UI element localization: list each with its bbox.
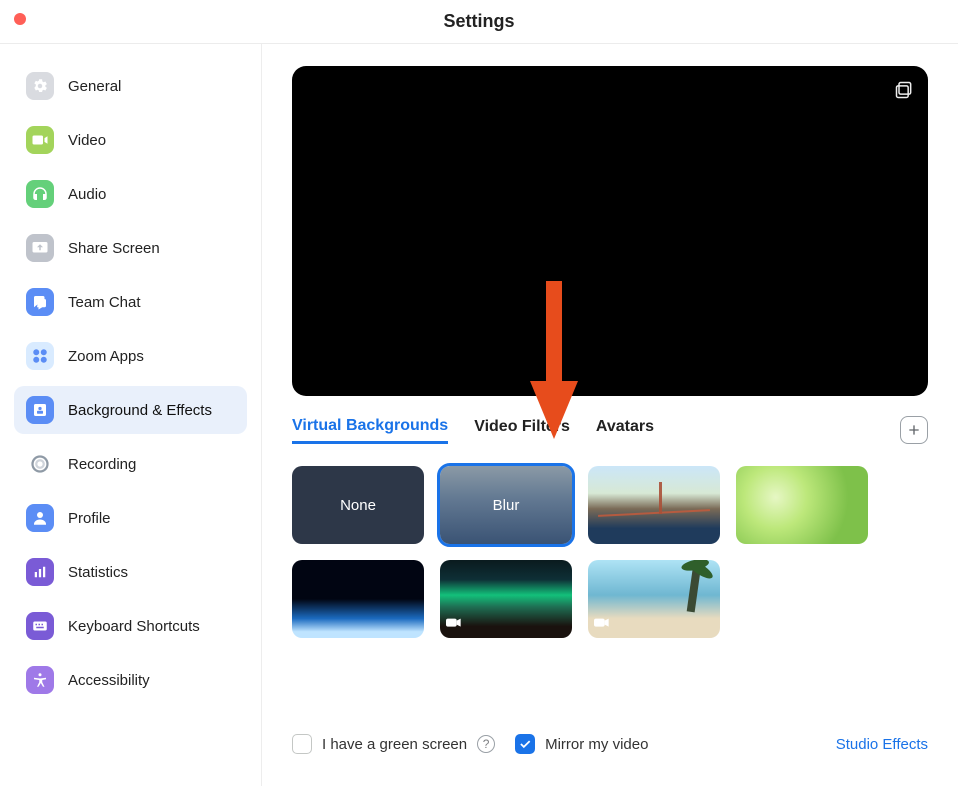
sidebar-item-zoom-apps[interactable]: Zoom Apps — [14, 332, 247, 380]
background-option-grass[interactable] — [736, 466, 868, 544]
accessibility-icon — [26, 666, 54, 694]
keyboard-icon — [26, 612, 54, 640]
sidebar-item-label: Video — [68, 132, 106, 149]
background-grid: None Blur — [292, 466, 928, 638]
background-icon — [26, 396, 54, 424]
option-label: I have a green screen — [322, 736, 467, 753]
studio-effects-link[interactable]: Studio Effects — [836, 736, 928, 753]
video-badge-icon — [446, 617, 462, 634]
sidebar-item-team-chat[interactable]: Team Chat — [14, 278, 247, 326]
options-row: I have a green screen ? Mirror my video … — [292, 734, 928, 764]
sidebar-item-label: Statistics — [68, 564, 128, 581]
background-option-beach[interactable] — [588, 560, 720, 638]
sidebar-item-label: Recording — [68, 456, 136, 473]
video-preview — [292, 66, 928, 396]
check-icon — [518, 737, 532, 751]
effects-tabs: Virtual Backgrounds Video Filters Avatar… — [292, 416, 928, 444]
stats-icon — [26, 558, 54, 586]
sidebar-item-label: Team Chat — [68, 294, 141, 311]
settings-sidebar: General Video Audio Share Screen Team Ch — [0, 44, 262, 786]
background-option-aurora[interactable] — [440, 560, 572, 638]
background-option-earth[interactable] — [292, 560, 424, 638]
checkbox-unchecked-icon[interactable] — [292, 734, 312, 754]
person-icon — [26, 504, 54, 532]
green-screen-option[interactable]: I have a green screen ? — [292, 734, 495, 754]
sidebar-item-label: Accessibility — [68, 672, 150, 689]
sidebar-item-label: Background & Effects — [68, 402, 212, 419]
sidebar-item-statistics[interactable]: Statistics — [14, 548, 247, 596]
sidebar-item-label: Audio — [68, 186, 106, 203]
share-screen-icon — [26, 234, 54, 262]
chat-icon — [26, 288, 54, 316]
tab-avatars[interactable]: Avatars — [596, 418, 654, 442]
background-option-label: Blur — [493, 497, 520, 514]
expand-icon — [894, 80, 914, 100]
gear-icon — [26, 72, 54, 100]
video-badge-icon — [594, 617, 610, 634]
mirror-video-option[interactable]: Mirror my video — [515, 734, 648, 754]
sidebar-item-general[interactable]: General — [14, 62, 247, 110]
apps-icon — [26, 342, 54, 370]
window-controls — [14, 13, 26, 25]
tab-virtual-backgrounds[interactable]: Virtual Backgrounds — [292, 417, 448, 444]
sidebar-item-recording[interactable]: Recording — [14, 440, 247, 488]
record-icon — [26, 450, 54, 478]
headphones-icon — [26, 180, 54, 208]
titlebar: Settings — [0, 0, 958, 44]
background-option-blur[interactable]: Blur — [440, 466, 572, 544]
background-option-none[interactable]: None — [292, 466, 424, 544]
sidebar-item-accessibility[interactable]: Accessibility — [14, 656, 247, 704]
sidebar-item-label: Zoom Apps — [68, 348, 144, 365]
checkbox-checked-icon[interactable] — [515, 734, 535, 754]
sidebar-item-share-screen[interactable]: Share Screen — [14, 224, 247, 272]
option-label: Mirror my video — [545, 736, 648, 753]
sidebar-item-label: General — [68, 78, 121, 95]
sidebar-item-label: Share Screen — [68, 240, 160, 257]
page-title: Settings — [443, 11, 514, 32]
background-option-bridge[interactable] — [588, 466, 720, 544]
add-background-button[interactable] — [900, 416, 928, 444]
video-icon — [26, 126, 54, 154]
sidebar-item-video[interactable]: Video — [14, 116, 247, 164]
tab-video-filters[interactable]: Video Filters — [474, 418, 570, 442]
sidebar-item-label: Keyboard Shortcuts — [68, 618, 200, 635]
sidebar-item-keyboard-shortcuts[interactable]: Keyboard Shortcuts — [14, 602, 247, 650]
sidebar-item-background-effects[interactable]: Background & Effects — [14, 386, 247, 434]
close-window-button[interactable] — [14, 13, 26, 25]
sidebar-item-label: Profile — [68, 510, 111, 527]
sidebar-item-audio[interactable]: Audio — [14, 170, 247, 218]
plus-icon — [906, 422, 922, 438]
background-option-label: None — [340, 497, 376, 514]
expand-preview-button[interactable] — [894, 80, 914, 105]
sidebar-item-profile[interactable]: Profile — [14, 494, 247, 542]
settings-content: Virtual Backgrounds Video Filters Avatar… — [262, 44, 958, 786]
help-icon[interactable]: ? — [477, 735, 495, 753]
